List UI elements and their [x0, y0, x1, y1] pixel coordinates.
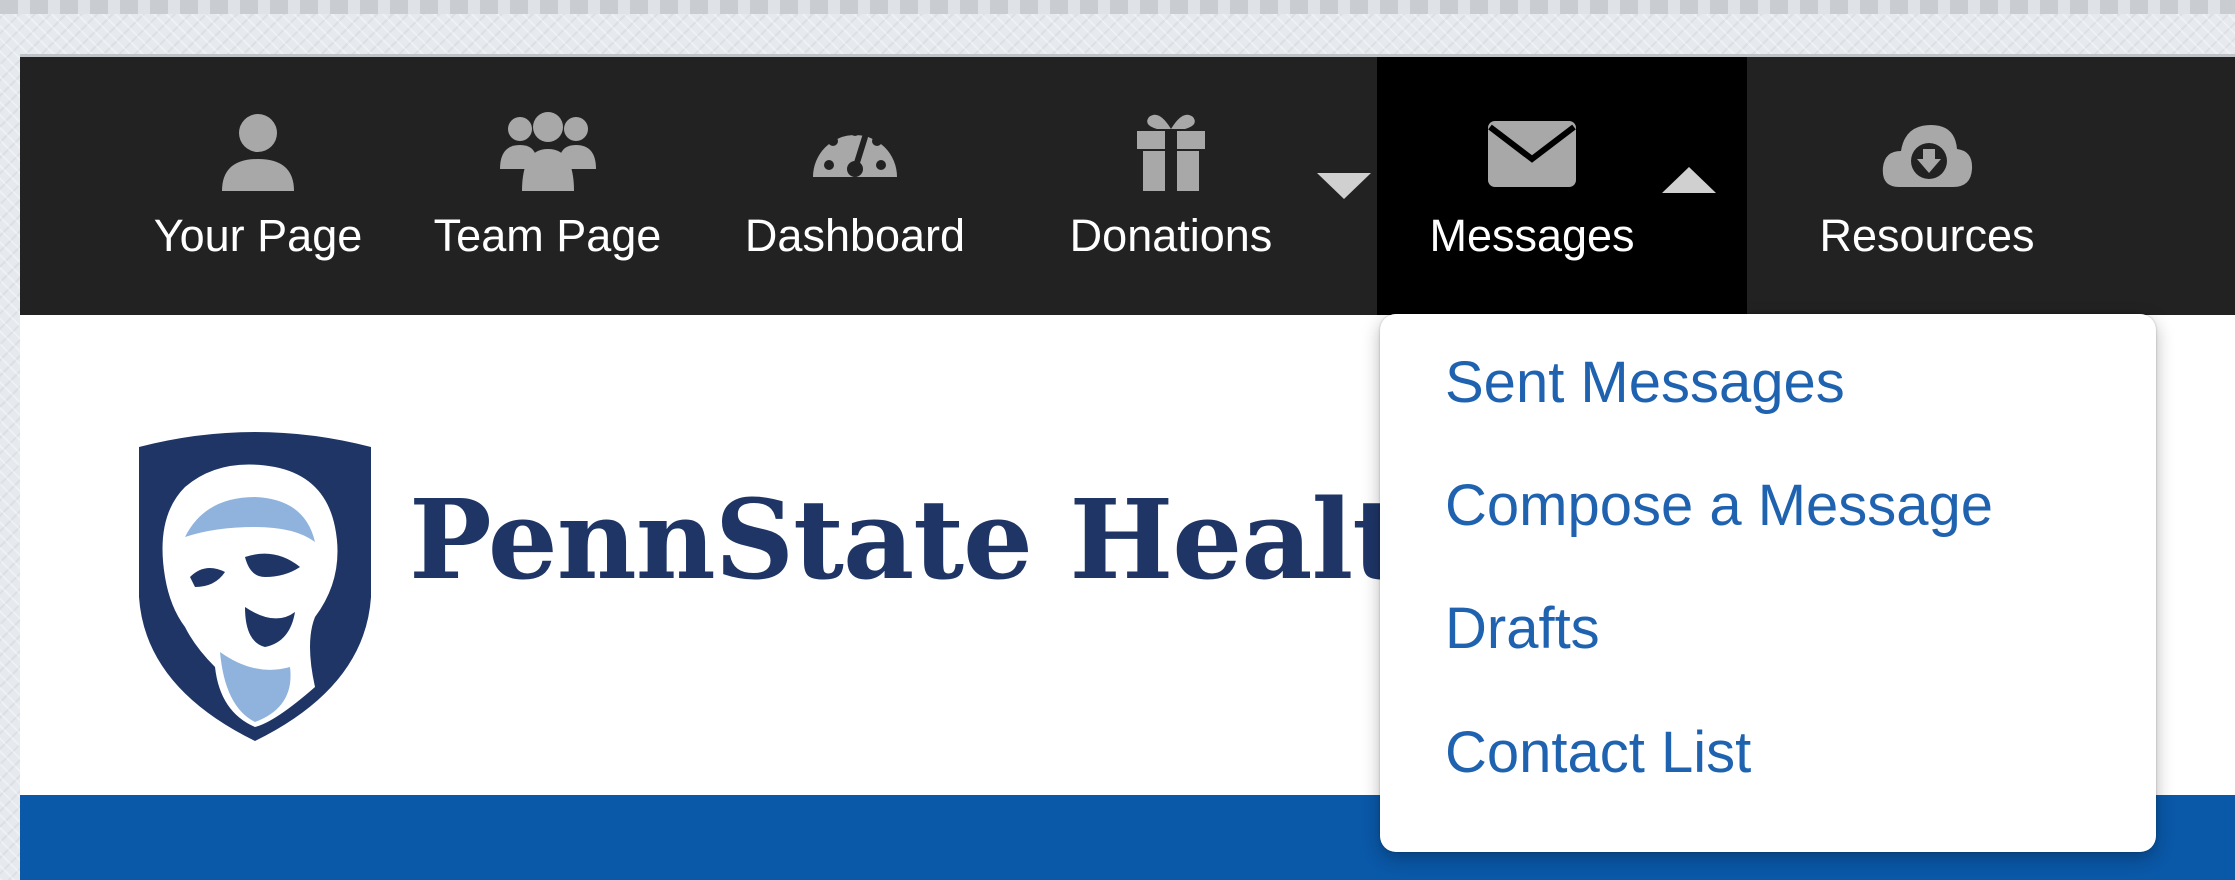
user-icon: [222, 114, 294, 191]
nav-label-donations: Donations: [1069, 210, 1273, 261]
gift-icon: [1137, 114, 1205, 191]
cloud-download-icon: [1882, 125, 1973, 187]
top-strip: [0, 0, 2235, 14]
nav-label-resources: Resources: [1819, 210, 2035, 261]
nav-item-team-page[interactable]: Team Page: [415, 57, 680, 315]
speedometer-icon: [813, 126, 897, 177]
nav-label-your-page: Your Page: [153, 210, 363, 261]
nittany-lion-shield-icon: [139, 432, 371, 741]
nav-item-your-page[interactable]: Your Page: [128, 57, 388, 315]
nav-label-team-page: Team Page: [433, 210, 662, 261]
menu-item-compose-message[interactable]: Compose a Message: [1445, 471, 1993, 541]
menu-item-sent-messages[interactable]: Sent Messages: [1445, 348, 1845, 418]
nav-item-messages[interactable]: Messages: [1377, 57, 1747, 315]
messages-dropdown-menu: Sent Messages Compose a Message Drafts C…: [1380, 314, 2156, 852]
team-icon: [499, 112, 596, 191]
donations-dropdown-caret-icon[interactable]: [1317, 173, 1371, 199]
messages-dropdown-caret-icon[interactable]: [1662, 167, 1716, 193]
menu-item-contact-list[interactable]: Contact List: [1445, 718, 1751, 788]
nav-item-resources[interactable]: Resources: [1777, 57, 2077, 315]
main-navbar: Your Page Team Page Dashboard Donations …: [20, 57, 2235, 315]
nav-item-dashboard[interactable]: Dashboard: [720, 57, 990, 315]
nav-label-dashboard: Dashboard: [744, 210, 966, 261]
nav-item-donations[interactable]: Donations: [1040, 57, 1302, 315]
nav-label-messages: Messages: [1429, 210, 1635, 261]
menu-item-drafts[interactable]: Drafts: [1445, 594, 1600, 664]
brand-name: PennState Health: [409, 475, 1482, 604]
envelope-icon: [1488, 121, 1576, 187]
